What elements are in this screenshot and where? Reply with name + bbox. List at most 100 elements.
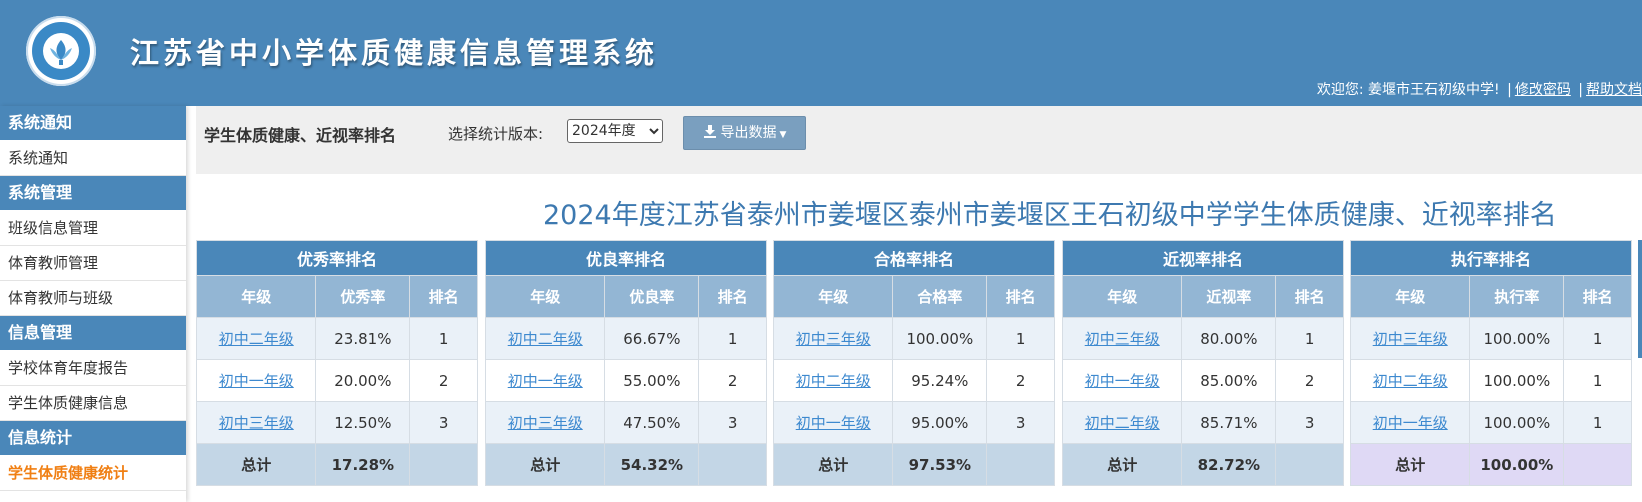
rate-cell: 100.00%: [1469, 317, 1565, 360]
grade-link[interactable]: 初中二年级: [1085, 414, 1160, 432]
column-header: 优秀率: [315, 275, 411, 318]
grade-link[interactable]: 初中三年级: [508, 414, 583, 432]
sidebar-item-health-stats[interactable]: 学生体质健康统计: [0, 456, 186, 491]
rate-cell: 23.81%: [315, 317, 411, 360]
user-bar: 欢迎您: 姜堰市王石初级中学! | 修改密码 | 帮助文档: [1317, 79, 1642, 99]
total-row: 总计 82.72%: [1061, 443, 1344, 486]
table-row: 初中二年级 95.24% 2: [772, 359, 1055, 402]
table-caption: 执行率排名: [1350, 240, 1632, 276]
separator: |: [1507, 82, 1512, 98]
good-rate-table: 优良率排名 年级 优良率 排名 初中二年级 66.67% 1 初中一年级 55.…: [484, 240, 767, 486]
table-caption: 近视率排名: [1062, 240, 1344, 276]
rate-cell: 100.00%: [1469, 359, 1565, 402]
rank-cell: 3: [1275, 401, 1344, 444]
column-header: 排名: [1563, 275, 1632, 318]
version-select[interactable]: 2024年度: [567, 119, 663, 143]
column-header: 排名: [409, 275, 478, 318]
table-caption: 优良率排名: [485, 240, 767, 276]
sidebar-item-class-info[interactable]: 班级信息管理: [0, 211, 186, 246]
total-label: 总计: [195, 443, 317, 486]
rate-cell: 20.00%: [315, 359, 411, 402]
column-header: 排名: [1275, 275, 1344, 318]
rank-cell: 3: [698, 401, 767, 444]
download-icon: [703, 125, 716, 138]
welcome-text: 欢迎您: 姜堰市王石初级中学!: [1316, 82, 1500, 98]
rate-cell: 100.00%: [892, 317, 988, 360]
column-header: 年级: [195, 275, 317, 318]
rank-cell: 1: [409, 317, 478, 360]
export-data-button[interactable]: 导出数据 ▼: [683, 116, 806, 150]
grade-link[interactable]: 初中三年级: [219, 414, 294, 432]
column-header: 年级: [484, 275, 606, 318]
rank-cell: 2: [1275, 359, 1344, 402]
sidebar-item-system-notice[interactable]: 系统通知: [0, 141, 186, 176]
rate-cell: 55.00%: [604, 359, 700, 402]
rate-cell: 100.00%: [1469, 401, 1565, 444]
rank-cell: 1: [698, 317, 767, 360]
rank-cell: 3: [986, 401, 1055, 444]
logo-icon: [26, 16, 96, 86]
next-table-edge: [1638, 240, 1642, 358]
total-rate: 97.53%: [892, 443, 988, 486]
table-row: 初中一年级 100.00% 1: [1349, 401, 1632, 444]
rank-cell: 2: [409, 359, 478, 402]
table-row: 初中三年级 100.00% 1: [772, 317, 1055, 360]
grade-link[interactable]: 初中一年级: [508, 372, 583, 390]
grade-link[interactable]: 初中三年级: [1085, 330, 1160, 348]
change-password-link[interactable]: 修改密码: [1515, 82, 1571, 98]
app-header: 江苏省中小学体质健康信息管理系统 欢迎您: 姜堰市王石初级中学! | 修改密码 |…: [0, 0, 1642, 106]
grade-link[interactable]: 初中三年级: [1373, 330, 1448, 348]
grade-link[interactable]: 初中一年级: [1373, 414, 1448, 432]
grade-link[interactable]: 初中一年级: [219, 372, 294, 390]
total-row: 总计 97.53%: [772, 443, 1055, 486]
sidebar: 系统通知 系统通知 系统管理 班级信息管理 体育教师管理 体育教师与班级 信息管…: [0, 106, 186, 502]
table-row: 初中一年级 20.00% 2: [195, 359, 478, 402]
table-caption: 合格率排名: [773, 240, 1055, 276]
sidebar-item-teacher-class[interactable]: 体育教师与班级: [0, 281, 186, 316]
column-header: 年级: [1061, 275, 1183, 318]
column-header: 排名: [986, 275, 1055, 318]
total-rate: 82.72%: [1181, 443, 1277, 486]
total-rate: 54.32%: [604, 443, 700, 486]
grade-link[interactable]: 初中二年级: [508, 330, 583, 348]
total-label: 总计: [1061, 443, 1183, 486]
rate-cell: 80.00%: [1181, 317, 1277, 360]
grade-link[interactable]: 初中二年级: [219, 330, 294, 348]
sidebar-section-system-admin[interactable]: 系统管理: [0, 176, 186, 211]
rank-cell: 2: [986, 359, 1055, 402]
help-link[interactable]: 帮助文档: [1586, 82, 1642, 98]
grade-link[interactable]: 初中一年级: [1085, 372, 1160, 390]
excellent-rate-table: 优秀率排名 年级 优秀率 排名 初中二年级 23.81% 1 初中一年级 20.…: [195, 240, 478, 486]
myopia-rate-table: 近视率排名 年级 近视率 排名 初中三年级 80.00% 1 初中一年级 85.…: [1061, 240, 1344, 486]
sidebar-section-statistics[interactable]: 信息统计: [0, 421, 186, 456]
total-row: 总计 17.28%: [195, 443, 478, 486]
table-row: 初中二年级 23.81% 1: [195, 317, 478, 360]
sidebar-section-notice[interactable]: 系统通知: [0, 106, 186, 141]
table-row: 初中三年级 100.00% 1: [1349, 317, 1632, 360]
grade-link[interactable]: 初中二年级: [1373, 372, 1448, 390]
total-rate: 100.00%: [1469, 443, 1565, 486]
table-row: 初中三年级 12.50% 3: [195, 401, 478, 444]
sidebar-item-annual-report[interactable]: 学校体育年度报告: [0, 351, 186, 386]
rank-cell: 1: [1563, 317, 1632, 360]
sidebar-item-student-health[interactable]: 学生体质健康信息: [0, 386, 186, 421]
rank-cell: 1: [1563, 359, 1632, 402]
rank-cell: 1: [1275, 317, 1344, 360]
column-header: 优良率: [604, 275, 700, 318]
execution-rate-table: 执行率排名 年级 执行率 排名 初中三年级 100.00% 1 初中二年级 10…: [1349, 240, 1632, 486]
rank-cell: 2: [698, 359, 767, 402]
total-label: 总计: [772, 443, 894, 486]
table-row: 初中二年级 85.71% 3: [1061, 401, 1344, 444]
total-rate: 17.28%: [315, 443, 411, 486]
sidebar-section-info-admin[interactable]: 信息管理: [0, 316, 186, 351]
column-header: 排名: [698, 275, 767, 318]
grade-link[interactable]: 初中二年级: [796, 372, 871, 390]
grade-link[interactable]: 初中一年级: [796, 414, 871, 432]
pass-rate-table: 合格率排名 年级 合格率 排名 初中三年级 100.00% 1 初中二年级 95…: [772, 240, 1055, 486]
table-row: 初中二年级 100.00% 1: [1349, 359, 1632, 402]
grade-link[interactable]: 初中三年级: [796, 330, 871, 348]
sidebar-item-pe-teachers[interactable]: 体育教师管理: [0, 246, 186, 281]
table-row: 初中三年级 47.50% 3: [484, 401, 767, 444]
table-caption: 优秀率排名: [196, 240, 478, 276]
column-header: 年级: [772, 275, 894, 318]
